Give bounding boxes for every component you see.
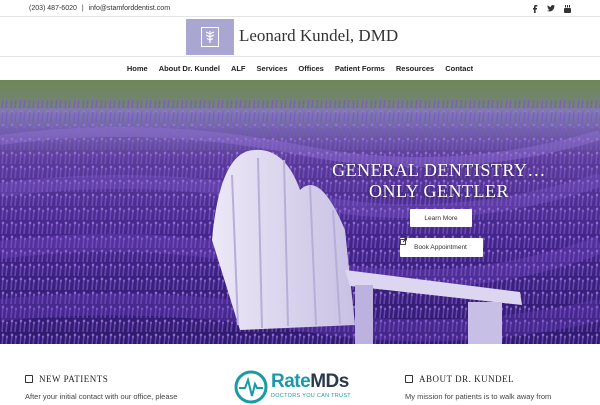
contact-info: (203) 487-6020 | info@stamforddentist.co… bbox=[29, 5, 532, 12]
nav-resources[interactable]: Resources bbox=[390, 64, 439, 73]
youtube-icon[interactable] bbox=[564, 4, 571, 13]
id-card-icon bbox=[405, 375, 413, 383]
nav-alf[interactable]: ALF bbox=[225, 64, 251, 73]
ratemds-tagline: DOCTORS YOU CAN TRUST bbox=[271, 393, 351, 399]
nav-contact[interactable]: Contact bbox=[440, 64, 479, 73]
ratemds-name: RateMDs bbox=[271, 371, 349, 393]
hero-image bbox=[0, 80, 600, 344]
top-bar: (203) 487-6020 | info@stamforddentist.co… bbox=[0, 0, 600, 16]
social-links bbox=[532, 4, 571, 13]
book-appointment-label: Book Appointment bbox=[414, 244, 467, 251]
nav-patient-forms[interactable]: Patient Forms bbox=[329, 64, 390, 73]
hero-headline-line2: ONLY GENTLER bbox=[368, 181, 509, 201]
ratemds-logo[interactable]: RateMDs DOCTORS YOU CAN TRUST bbox=[234, 370, 354, 404]
tooth-icon bbox=[201, 27, 219, 47]
ratemds-mds: MDs bbox=[310, 371, 349, 392]
new-patients-heading: NEW PATIENTS bbox=[25, 374, 108, 384]
hero-headline-line1: GENERAL DENTISTRY… bbox=[332, 160, 546, 180]
nav-offices[interactable]: Offices bbox=[293, 64, 329, 73]
separator: | bbox=[81, 4, 84, 12]
about-heading: ABOUT DR. KUNDEL bbox=[405, 374, 514, 384]
info-section: NEW PATIENTS After your initial contact … bbox=[0, 344, 600, 405]
book-appointment-button[interactable]: Book Appointment bbox=[400, 238, 483, 257]
ratemds-rate: Rate bbox=[271, 371, 311, 392]
hero-banner: GENERAL DENTISTRY… ONLY GENTLER Learn Mo… bbox=[0, 80, 600, 344]
phone-link[interactable]: (203) 487-6020 bbox=[29, 5, 77, 12]
new-patients-title: NEW PATIENTS bbox=[39, 374, 109, 384]
twitter-icon[interactable] bbox=[547, 4, 555, 12]
facebook-icon[interactable] bbox=[532, 4, 538, 13]
nav-services[interactable]: Services bbox=[251, 64, 293, 73]
nav-about[interactable]: About Dr. Kundel bbox=[153, 64, 225, 73]
hero-headline: GENERAL DENTISTRY… ONLY GENTLER bbox=[300, 160, 578, 202]
about-text: My mission for patients is to walk away … bbox=[405, 392, 552, 401]
site-title[interactable]: Leonard Kundel, DMD bbox=[239, 26, 398, 46]
new-patients-text: After your initial contact with our offi… bbox=[25, 392, 178, 401]
learn-more-button[interactable]: Learn More bbox=[410, 209, 472, 227]
main-nav: Home About Dr. Kundel ALF Services Offic… bbox=[0, 56, 600, 80]
site-logo[interactable] bbox=[186, 19, 234, 55]
document-icon bbox=[25, 375, 33, 383]
email-link[interactable]: info@stamforddentist.com bbox=[89, 5, 170, 12]
site-header: Leonard Kundel, DMD bbox=[0, 16, 600, 56]
nav-home[interactable]: Home bbox=[121, 64, 153, 73]
about-title: ABOUT DR. KUNDEL bbox=[419, 374, 515, 384]
